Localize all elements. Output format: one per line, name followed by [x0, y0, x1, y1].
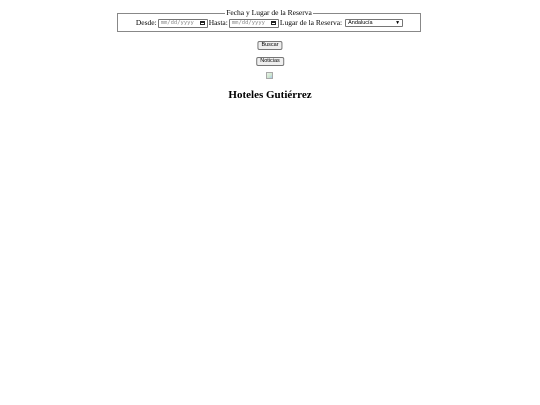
place-label: Lugar de la Reserva:: [279, 18, 343, 27]
news-button[interactable]: Noticias: [256, 57, 284, 66]
chevron-down-icon[interactable]: ▼: [395, 20, 400, 26]
to-date-input[interactable]: mm/dd/yyyy: [228, 18, 279, 28]
reservation-fieldset: Fecha y Lugar de la Reserva Desde: mm/dd…: [117, 8, 421, 32]
from-label: Desde:: [135, 18, 157, 27]
to-label: Hasta:: [208, 18, 228, 27]
from-date-placeholder: mm/dd/yyyy: [160, 20, 194, 26]
place-selected-value: Andalucía: [348, 20, 373, 26]
from-date-input[interactable]: mm/dd/yyyy: [157, 18, 208, 28]
place-select[interactable]: Andalucía ▼: [345, 19, 404, 27]
calendar-icon[interactable]: [199, 21, 205, 25]
to-date-placeholder: mm/dd/yyyy: [231, 20, 265, 26]
broken-image-icon: [266, 72, 273, 79]
reservation-legend: Fecha y Lugar de la Reserva: [225, 8, 313, 17]
page-title: Hoteles Gutiérrez: [228, 89, 312, 101]
search-button[interactable]: Buscar: [257, 41, 283, 50]
calendar-icon[interactable]: [270, 21, 276, 25]
reservation-row: Desde: mm/dd/yyyy Hasta: mm/dd/yyyy Luga…: [118, 18, 420, 28]
